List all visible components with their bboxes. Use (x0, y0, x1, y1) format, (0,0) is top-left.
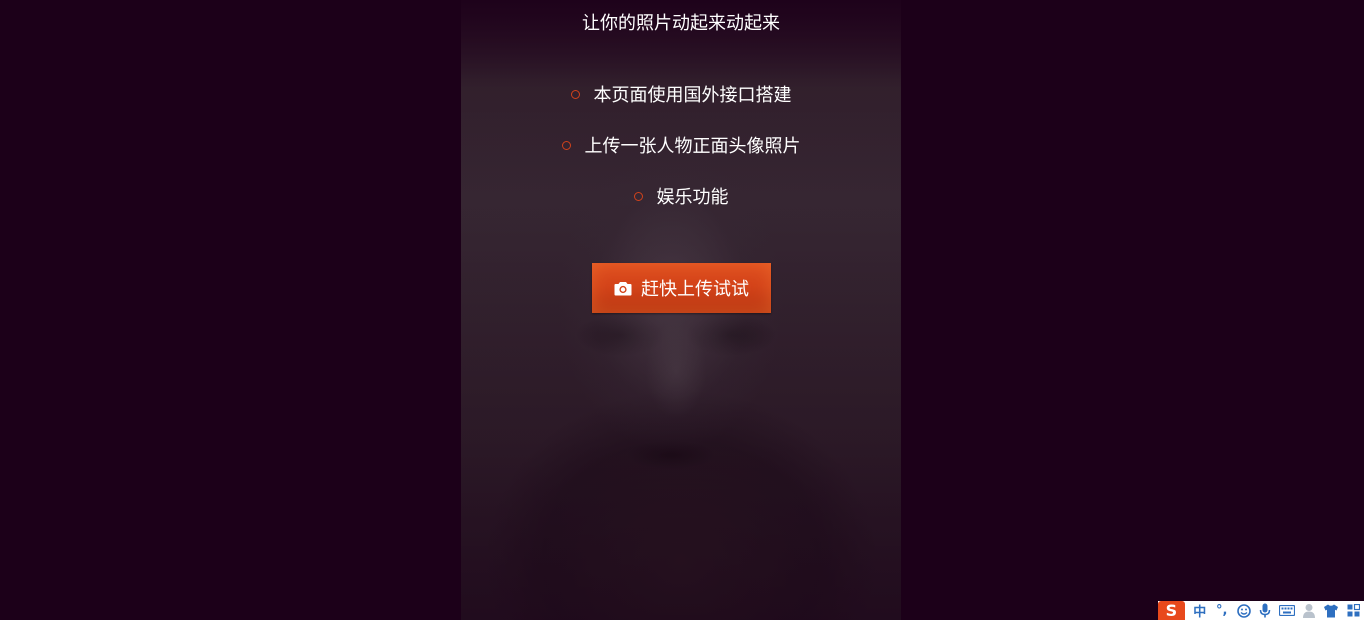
keyboard-icon[interactable] (1276, 601, 1298, 620)
feature-item: 本页面使用国外接口搭建 (461, 84, 901, 108)
grid-icon[interactable] (1342, 601, 1364, 620)
shirt-icon[interactable] (1320, 601, 1342, 620)
page-title: 让你的照片动起来动起来 (582, 13, 780, 34)
feature-item: 上传一张人物正面头像照片 (461, 135, 901, 159)
feature-text: 娱乐功能 (656, 187, 729, 208)
feature-item: 娱乐功能 (461, 186, 901, 210)
bullet-circle-icon (633, 191, 643, 201)
microphone-icon[interactable] (1255, 601, 1277, 620)
ime-toolbar: S 中 °, (1158, 601, 1364, 620)
emoji-icon[interactable] (1233, 601, 1255, 620)
hero-panel: 让你的照片动起来动起来 本页面使用国外接口搭建 上传一张人物正面头像照片 娱乐功… (461, 0, 901, 620)
feature-text: 上传一张人物正面头像照片 (584, 136, 801, 157)
upload-button-label: 赶快上传试试 (641, 279, 749, 300)
ime-logo[interactable]: S (1158, 601, 1185, 620)
camera-icon (614, 281, 632, 296)
bullet-circle-icon (561, 140, 571, 150)
upload-button[interactable]: 赶快上传试试 (592, 263, 771, 313)
ime-punctuation-toggle[interactable]: °, (1211, 601, 1233, 620)
feature-text: 本页面使用国外接口搭建 (593, 85, 792, 106)
user-icon[interactable] (1298, 601, 1320, 620)
ime-mode-toggle[interactable]: 中 (1189, 601, 1211, 620)
bullet-circle-icon (570, 89, 580, 99)
